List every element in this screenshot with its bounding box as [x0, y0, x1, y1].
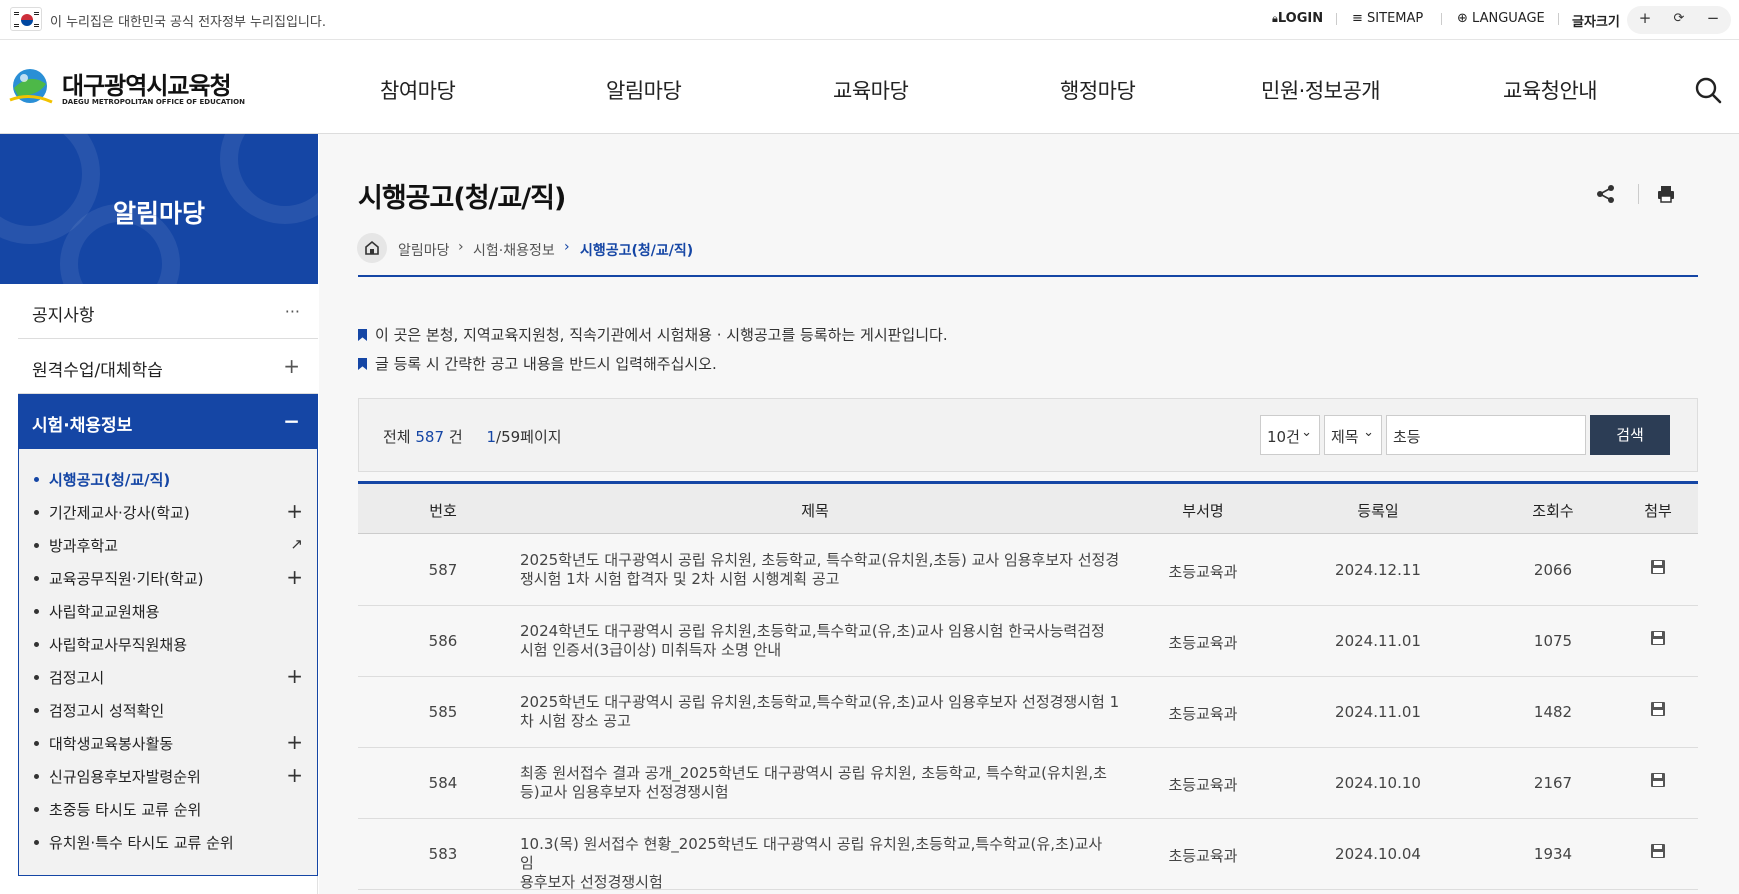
submenu-item-after-school[interactable]: 방과후학교 ↗: [19, 530, 317, 560]
plus-icon: +: [286, 565, 303, 589]
submenu-item-exchange-kindergarten[interactable]: 유치원·특수 타시도 교류 순위: [19, 827, 317, 857]
chevron-down-icon: ⌄: [1363, 425, 1374, 440]
notice-line: 이 곳은 본청, 지역교육지원청, 직속기관에서 시험채용 · 시행공고를 등록…: [358, 324, 948, 345]
plus-icon: +: [286, 763, 303, 787]
plus-icon: +: [286, 664, 303, 688]
submenu-item-private-teacher[interactable]: 사립학교교원채용: [19, 596, 317, 626]
submenu-item-qualification-exam[interactable]: 검정고시 +: [19, 662, 317, 692]
post-title-link[interactable]: 2024학년도 대구광역시 공립 유치원,초등학교,특수학교(유,초)교사 임용…: [520, 622, 1120, 660]
logo-subtitle: DAEGU METROPOLITAN OFFICE OF EDUCATION: [62, 98, 245, 106]
attachment-file-icon[interactable]: [1650, 843, 1666, 859]
col-views: 조회수: [1532, 502, 1574, 520]
globe-icon: ⊕: [1457, 11, 1468, 26]
submenu-item-contract-teacher[interactable]: 기간제교사·강사(학교) +: [19, 497, 317, 527]
education-office-logo-icon[interactable]: [8, 66, 54, 108]
page-title: 시행공고(청/교/직): [358, 183, 566, 214]
col-title: 제목: [801, 502, 829, 520]
gnb-civil-disclosure[interactable]: 민원·정보공개: [1261, 75, 1381, 105]
plus-icon: +: [286, 730, 303, 754]
submenu-item-private-staff[interactable]: 사립학교사무직원채용: [19, 629, 317, 659]
table-row: 584 최종 원서접수 결과 공개_2025학년도 대구광역시 공립 유치원, …: [358, 748, 1698, 819]
font-reset-button[interactable]: ⟳: [1667, 11, 1691, 26]
table-row: 583 10.3(목) 원서접수 현황_2025학년도 대구광역시 공립 유치원…: [358, 819, 1698, 892]
col-department: 부서명: [1182, 502, 1224, 520]
notice-line: 글 등록 시 간략한 공고 내용을 반드시 입력해주십시오.: [358, 353, 717, 374]
font-size-label: 글자크기: [1572, 15, 1620, 30]
plus-icon: +: [283, 354, 300, 378]
sidebar-title: 알림마당: [112, 199, 205, 228]
search-input[interactable]: 초등: [1386, 415, 1586, 455]
breadcrumb-item-current[interactable]: 시행공고(청/교/직): [580, 240, 693, 260]
bookmark-icon: [358, 358, 367, 370]
post-title-link[interactable]: 2025학년도 대구광역시 공립 유치원, 초등학교, 특수학교(유치원,초등)…: [520, 551, 1120, 589]
breadcrumb-item-exam[interactable]: 시험·채용정보: [473, 240, 555, 260]
print-icon[interactable]: [1655, 183, 1677, 205]
minus-icon: −: [283, 409, 300, 433]
search-button[interactable]: 검색: [1590, 415, 1670, 455]
more-dots-icon: ···: [284, 302, 300, 321]
breadcrumb-home[interactable]: [357, 233, 387, 263]
table-header: 번호 제목 부서명 등록일 조회수 첨부: [358, 484, 1698, 534]
sidebar-item-notices[interactable]: 공지사항 ···: [18, 284, 318, 339]
post-title-link[interactable]: 2025학년도 대구광역시 공립 유치원,초등학교,특수학교(유,초)교사 임용…: [520, 693, 1120, 731]
col-date: 등록일: [1357, 502, 1399, 520]
logo-title[interactable]: 대구광역시교육청: [62, 66, 232, 101]
plus-icon: +: [286, 499, 303, 523]
submenu-item-exchange-elementary[interactable]: 초중등 타시도 교류 순위: [19, 794, 317, 824]
home-icon: [365, 240, 379, 255]
attachment-file-icon[interactable]: [1650, 559, 1666, 575]
submenu-item-education-staff[interactable]: 교육공무직원·기타(학교) +: [19, 563, 317, 593]
sidebar-hero: 알림마당: [0, 134, 318, 284]
sidebar-item-exam-recruitment[interactable]: 시험·채용정보 −: [18, 394, 318, 449]
font-decrease-button[interactable]: −: [1701, 9, 1725, 27]
post-count: 전체 587 건 1/59페이지: [383, 428, 562, 446]
site-header: 대구광역시교육청 DAEGU METROPOLITAN OFFICE OF ED…: [0, 40, 1739, 134]
attachment-file-icon[interactable]: [1650, 630, 1666, 646]
col-number: 번호: [429, 502, 457, 520]
gov-banner-text[interactable]: 이 누리집은 대한민국 공식 전자정부 누리집입니다.: [50, 11, 326, 30]
col-attachment: 첨부: [1644, 502, 1672, 520]
font-increase-button[interactable]: +: [1633, 9, 1657, 27]
title-divider: [358, 275, 1698, 277]
chevron-down-icon: ⌄: [1301, 425, 1312, 440]
gnb-participation[interactable]: 참여마당: [380, 75, 456, 105]
submenu-item-appointment-rank[interactable]: 신규임용후보자발령순위 +: [19, 761, 317, 791]
gnb-administration[interactable]: 행정마당: [1060, 75, 1136, 105]
attachment-file-icon[interactable]: [1650, 772, 1666, 788]
post-title-link[interactable]: 최종 원서접수 결과 공개_2025학년도 대구광역시 공립 유치원, 초등학교…: [520, 764, 1120, 802]
external-link-icon: ↗: [290, 535, 303, 553]
login-link[interactable]: 🔒︎LOGIN: [1272, 11, 1323, 26]
breadcrumb-arrow-icon: ›: [564, 239, 570, 255]
gnb-notice[interactable]: 알림마당: [606, 75, 682, 105]
sitemap-link[interactable]: ≡ SITEMAP: [1352, 11, 1423, 26]
language-link[interactable]: ⊕ LANGUAGE: [1457, 11, 1545, 26]
post-title-link[interactable]: 10.3(목) 원서접수 현황_2025학년도 대구광역시 공립 유치원,초등학…: [520, 835, 1120, 892]
bookmark-icon: [358, 329, 367, 341]
submenu-item-exam-score[interactable]: 검정고시 성적확인: [19, 695, 317, 725]
per-page-select[interactable]: 10건 ⌄: [1260, 415, 1320, 455]
submenu-item-exam-notice[interactable]: 시행공고(청/교/직): [19, 464, 317, 494]
font-size-controls: + ⟳ −: [1627, 6, 1731, 34]
table-row: 585 2025학년도 대구광역시 공립 유치원,초등학교,특수학교(유,초)교…: [358, 677, 1698, 748]
submenu-item-student-volunteer[interactable]: 대학생교육봉사활동 +: [19, 728, 317, 758]
share-icon[interactable]: [1595, 183, 1617, 205]
gnb-education[interactable]: 교육마당: [833, 75, 909, 105]
search-field-select[interactable]: 제목 ⌄: [1324, 415, 1382, 455]
gnb-about[interactable]: 교육청안내: [1503, 75, 1598, 105]
sidebar-submenu: 시행공고(청/교/직) 기간제교사·강사(학교) + 방과후학교 ↗ 교육공무직…: [18, 449, 318, 876]
table-row: 586 2024학년도 대구광역시 공립 유치원,초등학교,특수학교(유,초)교…: [358, 606, 1698, 677]
menu-lines-icon: ≡: [1352, 11, 1363, 26]
table-row: 587 2025학년도 대구광역시 공립 유치원, 초등학교, 특수학교(유치원…: [358, 535, 1698, 606]
korean-flag-icon: [10, 7, 42, 31]
search-icon[interactable]: [1694, 76, 1722, 104]
sidebar-item-remote-class[interactable]: 원격수업/대체학습 +: [18, 339, 318, 394]
attachment-file-icon[interactable]: [1650, 701, 1666, 717]
gov-banner-bar: 이 누리집은 대한민국 공식 전자정부 누리집입니다. 🔒︎LOGIN ≡ SI…: [0, 0, 1739, 40]
breadcrumb-item-notice[interactable]: 알림마당: [398, 240, 450, 260]
breadcrumb-arrow-icon: ›: [458, 239, 464, 255]
